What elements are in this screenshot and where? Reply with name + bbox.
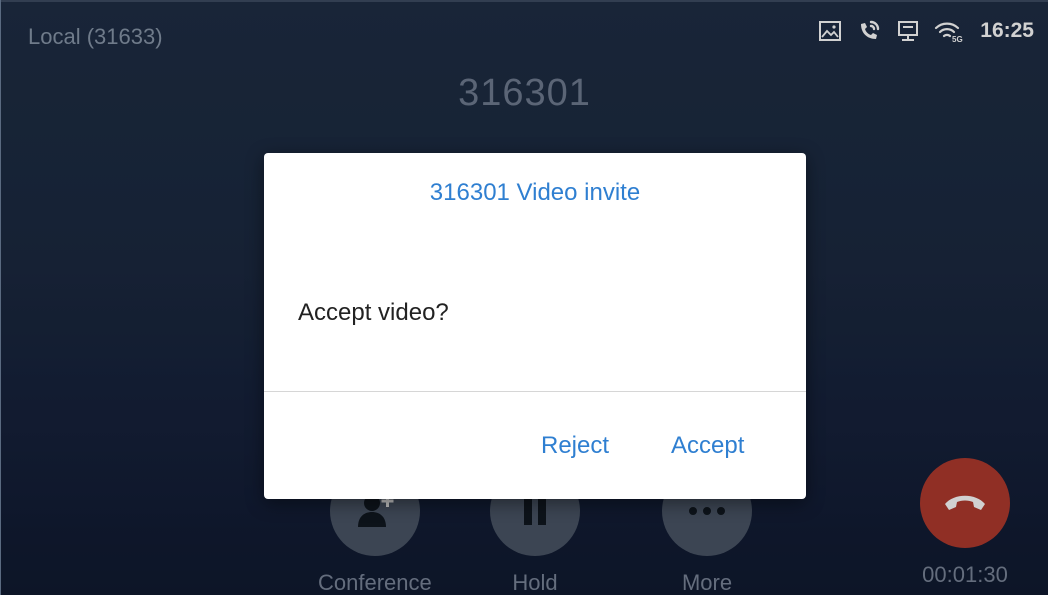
call-screen: Local (31633) 5G 16:25 316301 Conference… (0, 0, 1048, 595)
dialog-divider (264, 391, 806, 392)
dialog-message: Accept video? (298, 299, 449, 326)
dialog-title: 316301 Video invite (429, 179, 641, 206)
video-invite-dialog: 316301 Video invite Accept video? Reject… (264, 153, 806, 499)
reject-button[interactable]: Reject (541, 432, 609, 460)
accept-button[interactable]: Accept (671, 432, 744, 460)
